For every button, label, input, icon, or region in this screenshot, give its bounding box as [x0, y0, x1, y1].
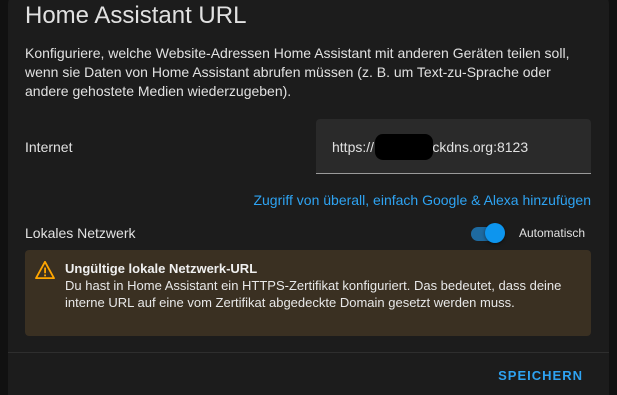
internet-url-input[interactable]	[316, 119, 591, 173]
local-network-label: Lokales Netzwerk	[25, 225, 136, 241]
redacted-subdomain	[375, 134, 433, 160]
page-title: Home Assistant URL	[25, 2, 247, 29]
automatic-toggle-label: Automatisch	[519, 226, 586, 240]
description-text: Konfiguriere, welche Website-Adressen Ho…	[25, 45, 570, 99]
alert-message: Du hast in Home Assistant ein HTTPS-Zert…	[65, 278, 562, 310]
warning-icon	[35, 261, 55, 279]
cloud-access-link[interactable]: Zugriff von überall, einfach Google & Al…	[253, 192, 591, 208]
save-button[interactable]: SPEICHERN	[498, 368, 583, 383]
internet-label: Internet	[25, 139, 73, 155]
warning-alert: Ungültige lokale Netzwerk-URL Du hast in…	[25, 250, 591, 336]
internet-url-field[interactable]	[316, 119, 591, 174]
toggle-thumb	[485, 223, 505, 243]
footer-divider	[8, 352, 609, 353]
automatic-toggle[interactable]	[469, 223, 505, 243]
alert-title: Ungültige lokale Netzwerk-URL	[65, 261, 258, 276]
